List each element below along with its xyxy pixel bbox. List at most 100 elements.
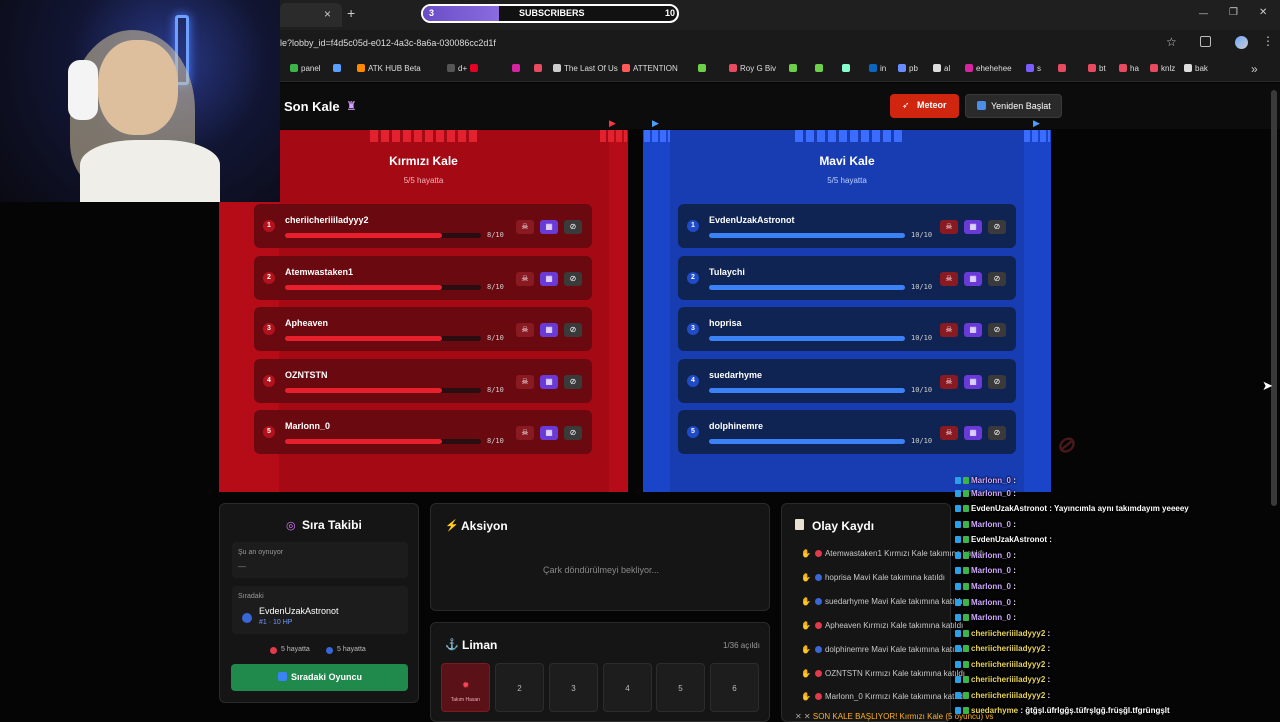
block-button-icon[interactable]: ⊘ [564,426,582,441]
menu-icon[interactable]: ⋮ [1262,34,1274,48]
block-button-icon[interactable]: ⊘ [988,426,1006,441]
shield-button-icon[interactable]: ▦ [964,220,982,234]
tab-close-icon[interactable]: × [324,7,331,21]
more-bookmarks-icon[interactable]: » [1251,62,1258,76]
bookmark-item[interactable]: s [1026,64,1041,73]
bookmark-item[interactable] [534,64,545,73]
player-row[interactable]: 4 OZNTSTN 8/10 ☠ ▦ ⊘ [254,358,592,403]
browser-tab[interactable] [280,3,342,27]
player-row[interactable]: 5 Marlonn_0 8/10 ☠ ▦ ⊘ [254,410,592,455]
meteor-button[interactable]: ➶ Meteor [890,94,959,118]
shield-button-icon[interactable]: ▦ [964,271,982,286]
bookmark-item[interactable] [789,64,800,73]
player-row[interactable]: 4 suedarhyme 10/10 ☠ ▦ ⊘ [678,358,1016,403]
skull-button-icon[interactable]: ☠ [940,323,958,338]
block-button-icon[interactable]: ⊘ [564,323,582,338]
block-button-icon[interactable]: ⊘ [564,220,582,234]
bookmark-item[interactable]: Roy G Biv [729,64,776,73]
harbor-opened-count: 1/36 açıldı [723,641,760,650]
shield-button-icon[interactable]: ▦ [964,323,982,338]
chat-username: cheriicheriiiladyyy2 [971,660,1046,669]
now-playing-label: Şu an oynuyor [238,549,284,556]
bookmark-item[interactable] [470,64,481,73]
shield-button-icon[interactable]: ▦ [964,374,982,389]
skull-button-icon[interactable]: ☠ [940,374,958,389]
bookmark-star-icon[interactable]: ☆ [1166,35,1177,49]
bookmark-item[interactable]: ATTENTION [622,64,678,73]
player-row[interactable]: 5 dolphinemre 10/10 ☠ ▦ ⊘ [678,410,1016,455]
bookmark-item[interactable]: panel [290,64,321,73]
block-button-icon[interactable]: ⊘ [988,220,1006,234]
profile-avatar[interactable] [1235,36,1248,49]
bookmark-item[interactable]: bt [1088,64,1106,73]
close-window-icon[interactable]: ✕ [1259,7,1267,18]
skull-button-icon[interactable]: ☠ [516,426,534,441]
block-button-icon[interactable]: ⊘ [564,374,582,389]
block-button-icon[interactable]: ⊘ [988,323,1006,338]
shield-button-icon[interactable]: ▦ [540,323,558,338]
red-alive-count: 5 hayatta [281,646,310,653]
bookmark-item[interactable]: bak [1184,64,1208,73]
block-button-icon[interactable]: ⊘ [988,374,1006,389]
bookmark-item[interactable] [842,64,853,73]
restore-icon[interactable]: ❐ [1229,7,1238,18]
skull-button-icon[interactable]: ☠ [940,220,958,234]
skull-button-icon[interactable]: ☠ [516,374,534,389]
player-row[interactable]: 2 Atemwastaken1 8/10 ☠ ▦ ⊘ [254,255,592,300]
bookmark-item[interactable]: The Last Of Us [553,64,618,73]
new-tab-icon[interactable]: + [347,5,355,21]
meteor-button-label: Meteor [917,100,947,110]
harbor-cell[interactable]: 5 [656,663,705,712]
shield-button-icon[interactable]: ▦ [540,426,558,441]
next-player-button[interactable]: Sıradaki Oyuncu [231,664,408,691]
bookmark-item[interactable]: ATK HUB Beta [357,64,421,73]
chat-separator: : [1011,489,1016,498]
restart-button[interactable]: Yeniden Başlat [965,94,1062,118]
bookmark-favicon-icon [622,64,630,72]
anchor-icon: ⚓ [445,639,459,651]
bookmark-favicon-icon [933,64,941,72]
bookmark-item[interactable] [815,64,826,73]
bookmark-item[interactable] [1058,64,1069,73]
skull-button-icon[interactable]: ☠ [516,220,534,234]
player-row[interactable]: 1 EvdenUzakAstronot 10/10 ☠ ▦ ⊘ [678,204,1016,248]
block-button-icon[interactable]: ⊘ [988,271,1006,286]
shield-button-icon[interactable]: ▦ [540,271,558,286]
bookmark-item[interactable]: pb [898,64,918,73]
harbor-cell-opened[interactable]: ✹ Takım Hasarı [441,663,490,712]
bookmark-item[interactable]: ha [1119,64,1139,73]
page-scrollbar[interactable] [1271,90,1277,506]
skull-button-icon[interactable]: ☠ [516,323,534,338]
bookmark-item[interactable]: knlz [1150,64,1175,73]
turn-tracker-title: Sıra Takibi [302,518,362,532]
skull-button-icon[interactable]: ☠ [940,271,958,286]
player-row[interactable]: 3 hoprisa 10/10 ☠ ▦ ⊘ [678,307,1016,352]
bookmark-item[interactable] [512,64,523,73]
shield-button-icon[interactable]: ▦ [540,220,558,234]
player-row[interactable]: 2 Tulaychi 10/10 ☠ ▦ ⊘ [678,255,1016,300]
skull-button-icon[interactable]: ☠ [516,271,534,286]
harbor-cell[interactable]: 2 [495,663,544,712]
block-button-icon[interactable]: ⊘ [564,271,582,286]
harbor-cell[interactable]: 6 [710,663,759,712]
skull-button-icon[interactable]: ☠ [940,426,958,441]
player-row[interactable]: 1 cheriicheriiiladyyy2 8/10 ☠ ▦ ⊘ [254,204,592,248]
now-playing-value: — [238,562,246,571]
shield-button-icon[interactable]: ▦ [540,374,558,389]
url-text[interactable]: le?lobby_id=f4d5c05d-e012-4a3c-8a6a-0300… [280,38,496,48]
bookmark-item[interactable] [698,64,709,73]
page-title: Son Kale [284,99,340,114]
shield-button-icon[interactable]: ▦ [964,426,982,441]
extensions-icon[interactable] [1200,36,1211,47]
harbor-cell[interactable]: 4 [603,663,652,712]
bookmark-item[interactable]: in [869,64,886,73]
minimize-icon[interactable]: — [1199,8,1208,18]
bookmark-item[interactable]: al [933,64,950,73]
bookmark-item[interactable]: d+ [447,64,467,73]
bookmark-label: s [1037,64,1041,73]
bookmark-item[interactable]: ehehehee [965,64,1012,73]
harbor-cell[interactable]: 3 [549,663,598,712]
player-row[interactable]: 3 Apheaven 8/10 ☠ ▦ ⊘ [254,307,592,352]
action-title: Aksiyon [461,519,508,533]
bookmark-item[interactable] [333,64,344,73]
